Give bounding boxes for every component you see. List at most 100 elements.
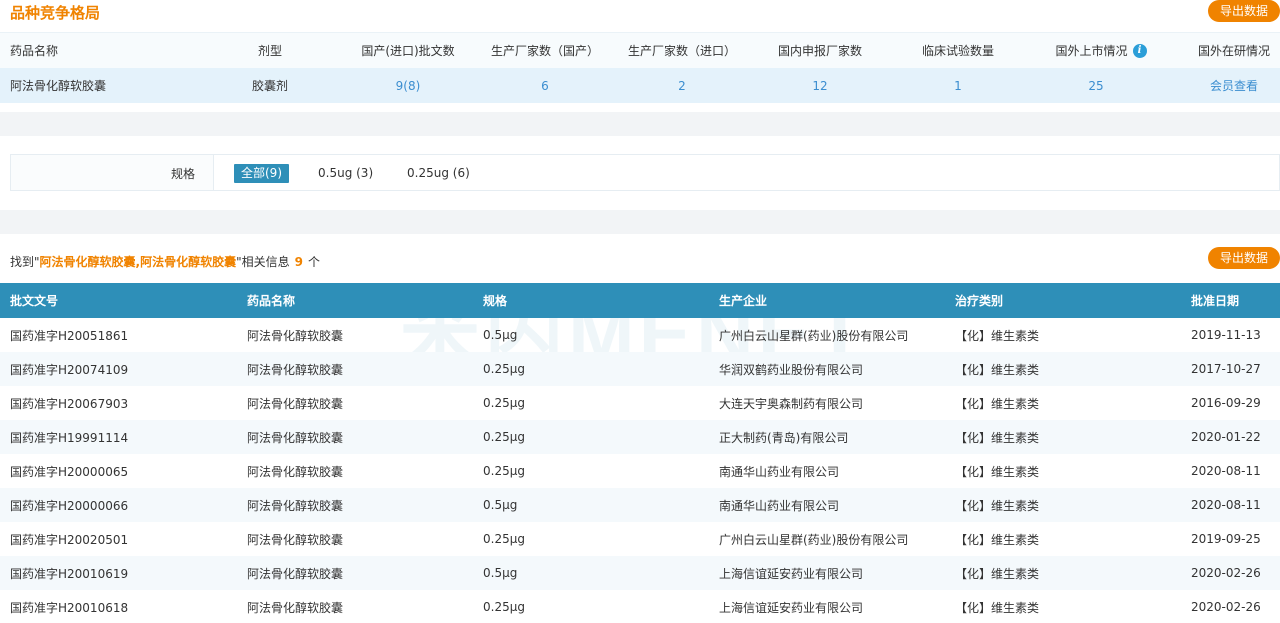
result-suffix: "相关信息 bbox=[236, 255, 290, 269]
row-spec: 0.25μg bbox=[483, 396, 525, 410]
row-drug-name: 阿法骨化醇软胶囊 bbox=[247, 566, 344, 581]
row-approval-date: 2020-08-11 bbox=[1191, 464, 1261, 478]
table-row: 国药准字H20010618 阿法骨化醇软胶囊 0.25μg 上海信谊延安药业有限… bbox=[0, 590, 1280, 623]
row-drug-name: 阿法骨化醇软胶囊 bbox=[247, 430, 344, 445]
row-drug-name: 阿法骨化醇软胶囊 bbox=[247, 328, 344, 343]
table-row: 国药准字H20000066 阿法骨化醇软胶囊 0.5μg 南通华山药业有限公司 … bbox=[0, 488, 1280, 522]
row-drug-name: 阿法骨化醇软胶囊 bbox=[247, 498, 344, 513]
approval-no-link[interactable]: 国药准字H20010619 bbox=[10, 556, 128, 590]
info-icon[interactable]: i bbox=[1132, 43, 1147, 58]
header-dosage-form: 剂型 bbox=[257, 44, 282, 58]
row-drug-name: 阿法骨化醇软胶囊 bbox=[247, 396, 344, 411]
row-category: 【化】维生素类 bbox=[955, 328, 1040, 343]
result-keyword: 阿法骨化醇软胶囊,阿法骨化醇软胶囊 bbox=[39, 255, 237, 269]
row-manufacturer: 上海信谊延安药业有限公司 bbox=[719, 566, 864, 581]
spec-option-0-5ug[interactable]: 0.5ug (3) bbox=[318, 164, 373, 183]
approval-no-link[interactable]: 国药准字H20010618 bbox=[10, 590, 128, 623]
row-category: 【化】维生素类 bbox=[955, 396, 1040, 411]
row-approval-date: 2017-10-27 bbox=[1191, 362, 1261, 376]
foreign-marketed-link[interactable]: 25 bbox=[1036, 68, 1156, 103]
result-summary: 找到"阿法骨化醇软胶囊,阿法骨化醇软胶囊"相关信息 9 个 bbox=[10, 253, 320, 270]
row-approval-date: 2020-02-26 bbox=[1191, 566, 1261, 580]
row-approval-date: 2020-01-22 bbox=[1191, 430, 1261, 444]
domestic-filers-link[interactable]: 12 bbox=[760, 68, 880, 103]
row-category: 【化】维生素类 bbox=[955, 362, 1040, 377]
competition-header: 药品名称 剂型 国产(进口)批文数 生产厂家数（国产） 生产厂家数（进口） 国内… bbox=[0, 32, 1280, 68]
table-row: 国药准字H20020501 阿法骨化醇软胶囊 0.25μg 广州白云山星群(药业… bbox=[0, 522, 1280, 556]
row-spec: 0.25μg bbox=[483, 464, 525, 478]
row-spec: 0.25μg bbox=[483, 532, 525, 546]
header-approvals: 国产(进口)批文数 bbox=[361, 44, 455, 58]
row-approval-date: 2016-09-29 bbox=[1191, 396, 1261, 410]
row-approval-date: 2020-08-11 bbox=[1191, 498, 1261, 512]
result-unit: 个 bbox=[307, 255, 320, 269]
row-approval-date: 2019-11-13 bbox=[1191, 328, 1261, 342]
row-category: 【化】维生素类 bbox=[955, 566, 1040, 581]
spec-option-0-25ug[interactable]: 0.25ug (6) bbox=[407, 164, 470, 183]
header-drug-name: 药品名称 bbox=[10, 44, 59, 58]
approval-no-link[interactable]: 国药准字H19991114 bbox=[10, 420, 128, 454]
table-body: 国药准字H20051861 阿法骨化醇软胶囊 0.5μg 广州白云山星群(药业)… bbox=[0, 318, 1280, 623]
section-title: 品种竞争格局 bbox=[10, 4, 101, 22]
trials-link[interactable]: 1 bbox=[898, 68, 1018, 103]
domestic-makers-link[interactable]: 6 bbox=[485, 68, 605, 103]
table-row: 国药准字H20000065 阿法骨化醇软胶囊 0.25μg 南通华山药业有限公司… bbox=[0, 454, 1280, 488]
row-drug-name: 阿法骨化醇软胶囊 bbox=[247, 362, 344, 377]
header-foreign-marketed: 国外上市情况 i bbox=[1036, 33, 1166, 68]
row-manufacturer: 广州白云山星群(药业)股份有限公司 bbox=[719, 328, 909, 343]
section-divider bbox=[0, 112, 1280, 136]
row-spec: 0.25μg bbox=[483, 600, 525, 614]
export-data-button[interactable]: 导出数据 bbox=[1208, 0, 1280, 22]
row-manufacturer: 南通华山药业有限公司 bbox=[719, 498, 840, 513]
approval-no-link[interactable]: 国药准字H20074109 bbox=[10, 352, 128, 386]
approval-no-link[interactable]: 国药准字H20067903 bbox=[10, 386, 128, 420]
drug-name: 阿法骨化醇软胶囊 bbox=[10, 79, 107, 93]
row-manufacturer: 华润双鹤药业股份有限公司 bbox=[719, 362, 864, 377]
result-count: 9 bbox=[294, 255, 303, 269]
header-foreign-marketed-label: 国外上市情况 bbox=[1055, 44, 1128, 58]
header-import-makers: 生产厂家数（进口） bbox=[627, 44, 736, 58]
row-drug-name: 阿法骨化醇软胶囊 bbox=[247, 464, 344, 479]
row-category: 【化】维生素类 bbox=[955, 498, 1040, 513]
col-category[interactable]: 治疗类别 bbox=[955, 283, 1003, 318]
spec-option-all[interactable]: 全部(9) bbox=[234, 164, 289, 183]
table-row: 国药准字H20051861 阿法骨化醇软胶囊 0.5μg 广州白云山星群(药业)… bbox=[0, 318, 1280, 352]
spec-filter: 规格 全部(9) 0.5ug (3) 0.25ug (6) bbox=[10, 154, 1280, 191]
row-category: 【化】维生素类 bbox=[955, 430, 1040, 445]
row-approval-date: 2019-09-25 bbox=[1191, 532, 1261, 546]
header-foreign-rd: 国外在研情况 bbox=[1197, 44, 1270, 58]
table-row: 国药准字H20010619 阿法骨化醇软胶囊 0.5μg 上海信谊延安药业有限公… bbox=[0, 556, 1280, 590]
approval-no-link[interactable]: 国药准字H20020501 bbox=[10, 522, 128, 556]
col-approval-no[interactable]: 批文文号 bbox=[10, 283, 58, 318]
row-manufacturer: 大连天宇奥森制药有限公司 bbox=[719, 396, 864, 411]
row-category: 【化】维生素类 bbox=[955, 600, 1040, 615]
header-trials: 临床试验数量 bbox=[921, 44, 994, 58]
approval-no-link[interactable]: 国药准字H20051861 bbox=[10, 318, 128, 352]
export-data-button-list[interactable]: 导出数据 bbox=[1208, 247, 1280, 269]
row-spec: 0.25μg bbox=[483, 362, 525, 376]
row-manufacturer: 南通华山药业有限公司 bbox=[719, 464, 840, 479]
row-manufacturer: 广州白云山星群(药业)股份有限公司 bbox=[719, 532, 909, 547]
row-spec: 0.5μg bbox=[483, 566, 518, 580]
header-domestic-makers: 生产厂家数（国产） bbox=[490, 44, 599, 58]
col-approval-date[interactable]: 批准日期 bbox=[1191, 283, 1239, 318]
section-divider bbox=[0, 210, 1280, 234]
row-category: 【化】维生素类 bbox=[955, 532, 1040, 547]
row-approval-date: 2020-02-26 bbox=[1191, 600, 1261, 614]
spec-label-area: 规格 bbox=[11, 155, 214, 190]
row-drug-name: 阿法骨化醇软胶囊 bbox=[247, 532, 344, 547]
row-spec: 0.5μg bbox=[483, 498, 518, 512]
approvals-link[interactable]: 9(8) bbox=[348, 68, 468, 103]
result-prefix: 找到" bbox=[10, 255, 40, 269]
table-row: 国药准字H20067903 阿法骨化醇软胶囊 0.25μg 大连天宇奥森制药有限… bbox=[0, 386, 1280, 420]
competition-row: 阿法骨化醇软胶囊 胶囊剂 9(8) 6 2 12 1 25 会员查看 bbox=[0, 68, 1280, 103]
table-row: 国药准字H19991114 阿法骨化醇软胶囊 0.25μg 正大制药(青岛)有限… bbox=[0, 420, 1280, 454]
row-category: 【化】维生素类 bbox=[955, 464, 1040, 479]
approval-no-link[interactable]: 国药准字H20000066 bbox=[10, 488, 128, 522]
foreign-rd-link[interactable]: 会员查看 bbox=[1190, 68, 1278, 103]
approval-no-link[interactable]: 国药准字H20000065 bbox=[10, 454, 128, 488]
row-spec: 0.25μg bbox=[483, 430, 525, 444]
table-row: 国药准字H20074109 阿法骨化醇软胶囊 0.25μg 华润双鹤药业股份有限… bbox=[0, 352, 1280, 386]
col-drug-name[interactable]: 药品名称 bbox=[247, 283, 295, 318]
import-makers-link[interactable]: 2 bbox=[622, 68, 742, 103]
